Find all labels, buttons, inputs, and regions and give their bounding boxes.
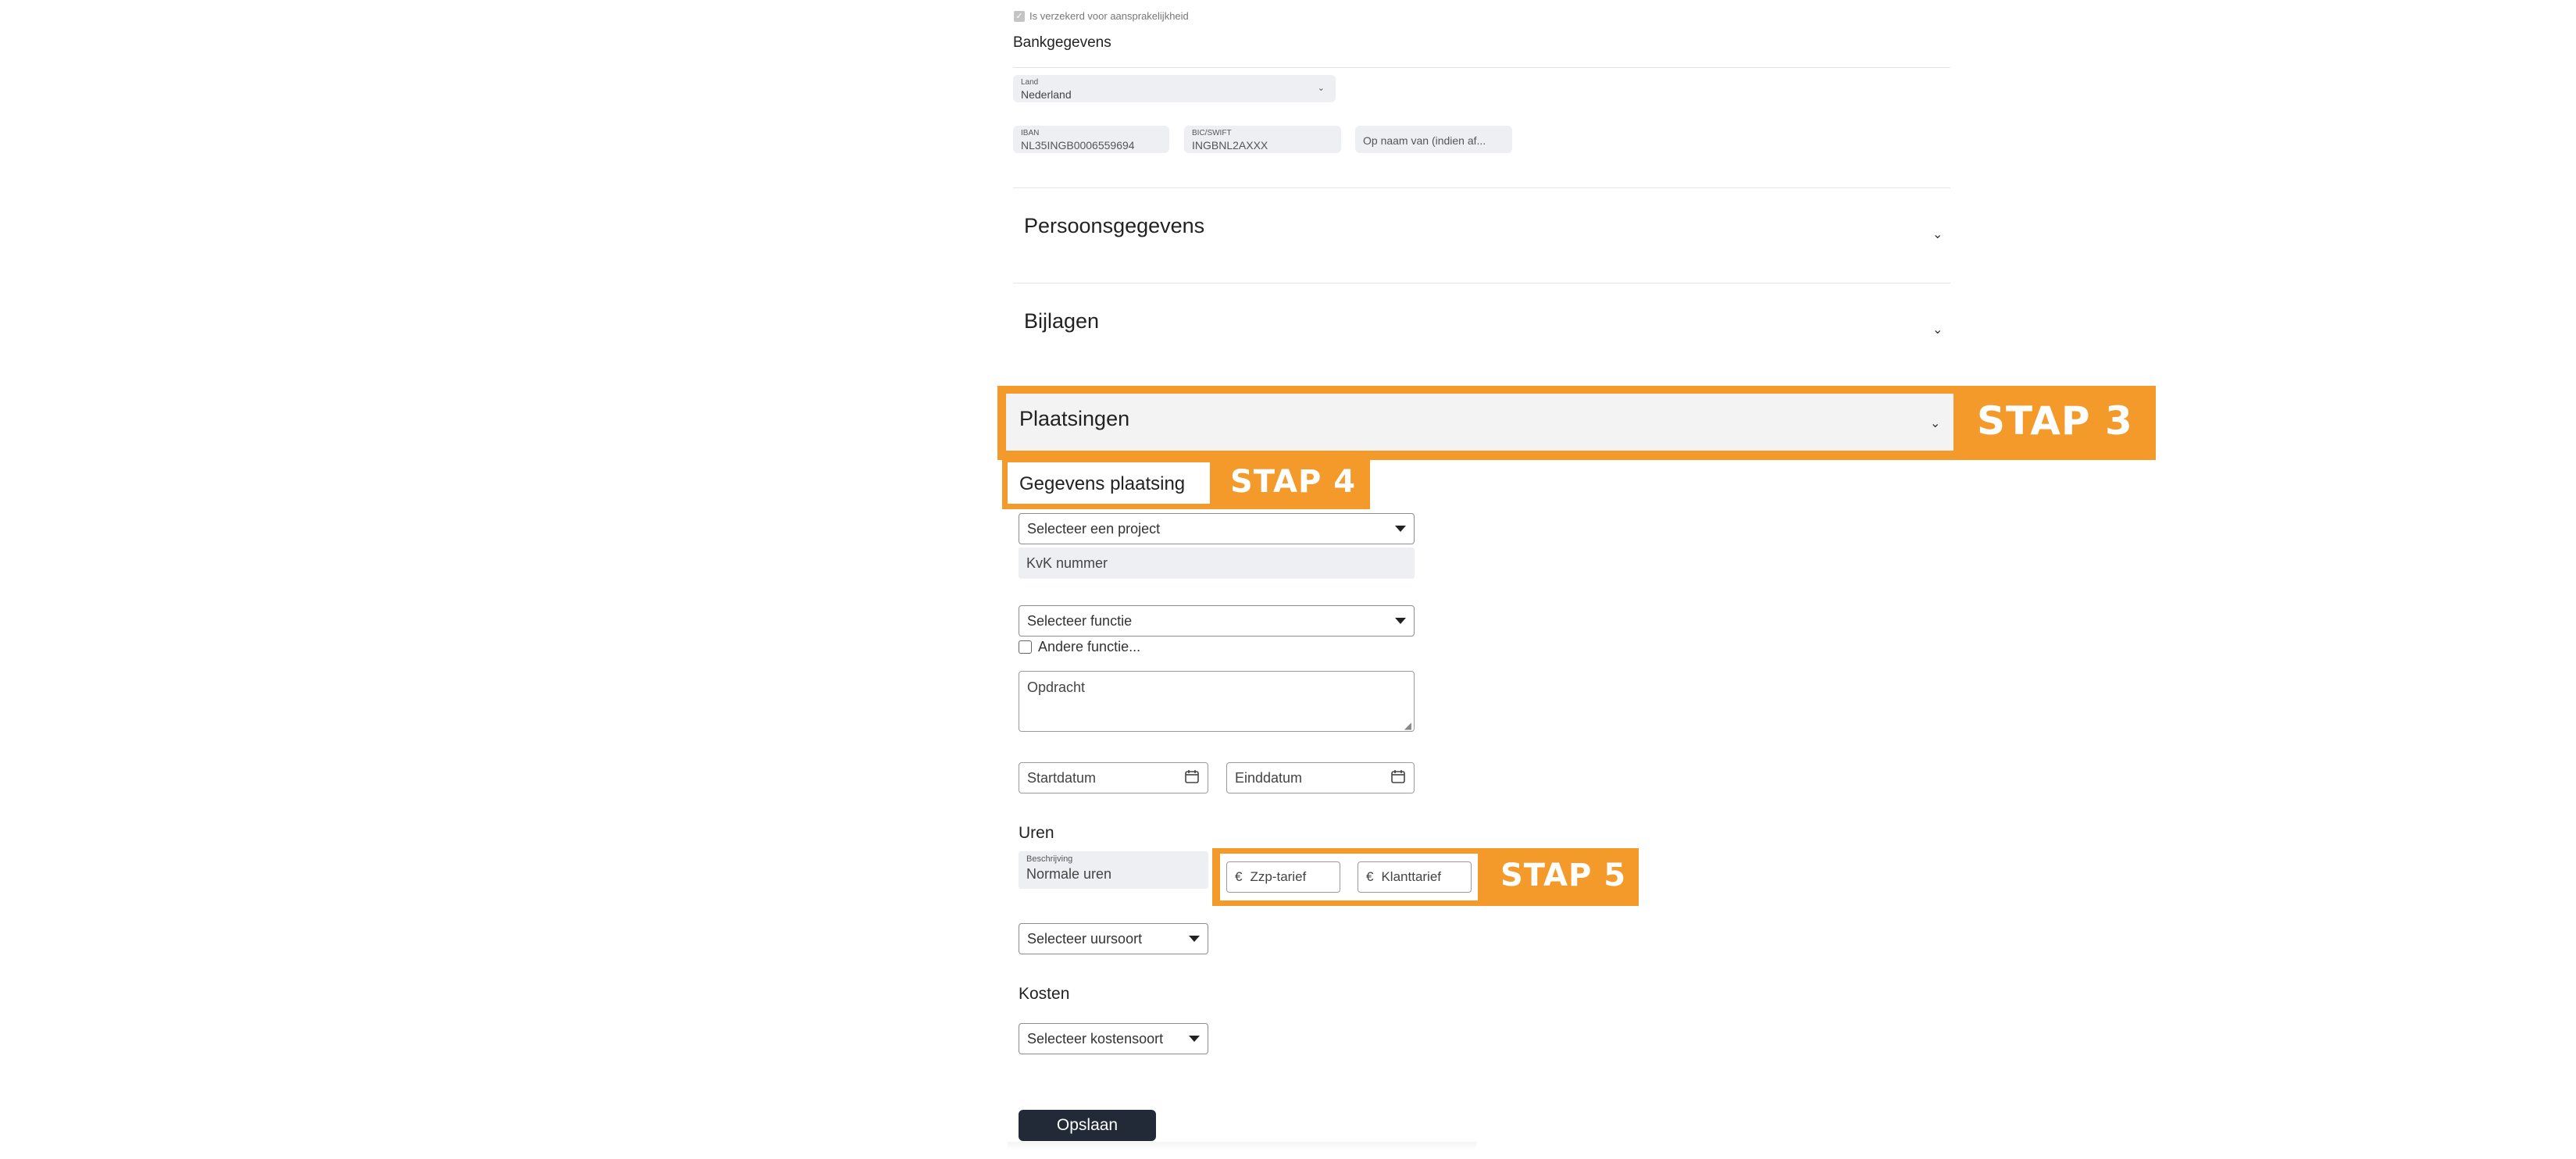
hour-type-select-value: Selecteer uursoort (1027, 930, 1143, 947)
costs-title: Kosten (1019, 985, 1070, 1003)
account-name-placeholder: Op naam van (indien af... (1363, 134, 1486, 147)
chevron-down-icon[interactable]: ⌄ (1932, 322, 1943, 337)
end-date-field[interactable]: Einddatum (1226, 762, 1415, 793)
assignment-textarea[interactable]: Opdracht ◢ (1019, 671, 1415, 732)
hours-description-field[interactable]: Beschrijving Normale uren (1019, 851, 1208, 889)
assignment-placeholder: Opdracht (1027, 679, 1086, 695)
project-select-value: Selecteer een project (1027, 520, 1161, 537)
country-label: Land (1021, 78, 1039, 87)
kvk-field[interactable]: KvK nummer (1019, 547, 1415, 579)
step5-label: STAP 5 (1500, 858, 1627, 893)
placement-subtitle-box: Gegevens plaatsing (1008, 462, 1210, 504)
save-button[interactable]: Opslaan (1019, 1110, 1156, 1141)
step3-label: STAP 3 (1977, 398, 2133, 444)
start-date-placeholder: Startdatum (1027, 769, 1097, 786)
chevron-down-icon[interactable]: ⌄ (1930, 415, 1940, 431)
bic-value: INGBNL2AXXX (1192, 139, 1268, 152)
calendar-icon[interactable] (1184, 769, 1200, 788)
client-rate-field[interactable]: € Klanttarief (1358, 861, 1472, 893)
euro-icon: € (1366, 869, 1374, 884)
footer-shadow (1008, 1142, 1476, 1150)
account-name-field[interactable]: Op naam van (indien af... (1355, 126, 1512, 153)
section-personal[interactable]: Persoonsgegevens ⌄ (1013, 195, 1950, 281)
placement-subtitle: Gegevens plaatsing (1019, 473, 1186, 494)
chevron-down-icon: ⌄ (1317, 84, 1325, 93)
other-function-label: Andere functie... (1038, 639, 1141, 654)
hours-description-value: Normale uren (1026, 866, 1112, 882)
section-personal-title: Persoonsgegevens (1024, 214, 1205, 237)
other-function-row: Andere functie... (1019, 639, 1140, 655)
iban-label: IBAN (1021, 129, 1040, 137)
resize-handle-icon[interactable]: ◢ (1404, 720, 1411, 731)
iban-value: NL35INGB0006559694 (1021, 139, 1135, 152)
euro-icon: € (1235, 869, 1243, 884)
cost-type-select-value: Selecteer kostensoort (1027, 1030, 1164, 1047)
client-rate-placeholder: Klanttarief (1381, 869, 1442, 884)
end-date-placeholder: Einddatum (1235, 769, 1303, 786)
calendar-icon[interactable] (1390, 769, 1406, 788)
kvk-placeholder: KvK nummer (1026, 555, 1108, 571)
section-placements[interactable]: Plaatsingen ⌄ (1006, 394, 1953, 451)
function-select-value: Selecteer functie (1027, 612, 1133, 629)
zzp-rate-field[interactable]: € Zzp-tarief (1226, 861, 1340, 893)
section-attachments-title: Bijlagen (1024, 309, 1100, 333)
hour-type-select[interactable]: Selecteer uursoort (1019, 923, 1208, 954)
start-date-field[interactable]: Startdatum (1019, 762, 1208, 793)
bank-section-title: Bankgegevens (1013, 34, 1111, 51)
project-select[interactable]: Selecteer een project (1019, 513, 1415, 544)
insured-checkbox[interactable]: ✓ (1014, 10, 1025, 22)
caret-down-icon (1189, 936, 1200, 942)
country-value: Nederland (1021, 88, 1072, 101)
caret-down-icon (1395, 526, 1406, 532)
chevron-down-icon[interactable]: ⌄ (1932, 226, 1943, 242)
divider (1013, 283, 1950, 284)
function-select[interactable]: Selecteer functie (1019, 605, 1415, 637)
other-function-checkbox[interactable] (1019, 640, 1032, 654)
hours-description-label: Beschrijving (1026, 854, 1073, 864)
bic-label: BIC/SWIFT (1192, 129, 1232, 137)
section-attachments[interactable]: Bijlagen ⌄ (1013, 291, 1950, 376)
insured-checkbox-label: Is verzekerd voor aansprakelijkheid (1029, 10, 1189, 22)
divider (1013, 67, 1950, 68)
bic-field[interactable]: BIC/SWIFT INGBNL2AXXX (1184, 126, 1341, 153)
section-placements-title: Plaatsingen (1019, 407, 1130, 430)
divider (1013, 187, 1950, 188)
insured-checkbox-row: ✓ Is verzekerd voor aansprakelijkheid (1014, 10, 1189, 22)
country-select[interactable]: Land Nederland ⌄ (1013, 75, 1336, 102)
cost-type-select[interactable]: Selecteer kostensoort (1019, 1023, 1208, 1054)
step4-label: STAP 4 (1230, 464, 1357, 500)
caret-down-icon (1395, 618, 1406, 624)
iban-field[interactable]: IBAN NL35INGB0006559694 (1013, 126, 1169, 153)
hours-title: Uren (1019, 824, 1054, 842)
caret-down-icon (1189, 1036, 1200, 1042)
zzp-rate-placeholder: Zzp-tarief (1250, 869, 1307, 884)
